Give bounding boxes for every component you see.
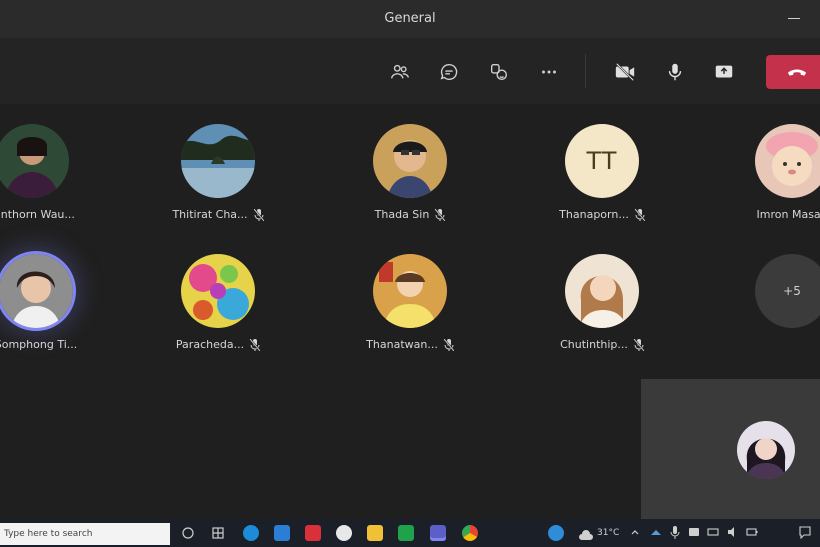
people-button[interactable] xyxy=(386,58,414,86)
weather-app-icon[interactable] xyxy=(548,525,564,541)
meeting-toolbar xyxy=(0,38,820,104)
chevron-up-icon[interactable] xyxy=(630,527,640,537)
participant-name: Thada Sin xyxy=(374,208,430,221)
participant-tile[interactable]: Thitirat Cha... xyxy=(138,104,298,224)
participant-tile[interactable]: Thada Sin xyxy=(330,104,490,224)
task-view-icon[interactable] xyxy=(180,525,196,541)
avatar xyxy=(181,254,255,328)
participant-name: Thanaporn... xyxy=(559,208,629,221)
notification-icon[interactable] xyxy=(798,525,812,539)
teams-tray-icon[interactable] xyxy=(650,527,662,539)
overflow-count[interactable]: +5 xyxy=(755,254,820,328)
edge-icon[interactable] xyxy=(243,525,259,541)
participant-name: Paracheda... xyxy=(175,338,245,351)
participant-tile[interactable]: Imron Masae xyxy=(712,104,820,224)
reactions-button[interactable] xyxy=(485,58,513,86)
avatar-speaking xyxy=(0,254,73,328)
camera-off-icon xyxy=(615,62,635,82)
leave-call-button[interactable] xyxy=(766,55,820,89)
window-title: General xyxy=(384,11,436,26)
participant-name: Thanatwan... xyxy=(366,338,438,351)
cloud-icon xyxy=(579,530,593,540)
participant-tile[interactable]: Paracheda... xyxy=(138,234,298,354)
mic-off-icon xyxy=(435,208,446,221)
mic-off-icon xyxy=(250,338,261,351)
tray-microphone-icon[interactable] xyxy=(670,526,680,539)
windows-taskbar: Type here to search 31°C xyxy=(0,519,820,547)
file-explorer-icon[interactable] xyxy=(367,525,383,541)
tray-app-icon[interactable] xyxy=(688,526,700,538)
widgets-icon[interactable] xyxy=(210,525,226,541)
teams-meeting-window: General nthorn Wau... Thitirat Cha... Th… xyxy=(0,0,820,519)
reactions-icon xyxy=(490,63,508,81)
more-icon xyxy=(542,70,556,74)
avatar xyxy=(373,124,447,198)
chrome-icon[interactable] xyxy=(462,525,478,541)
taskbar-search-input[interactable]: Type here to search xyxy=(0,523,170,545)
participant-name: Imron Masae xyxy=(756,208,820,221)
participant-name: Chutinthip... xyxy=(560,338,628,351)
avatar-initials: TT xyxy=(565,124,639,198)
camera-toggle-button[interactable] xyxy=(611,58,639,86)
avatar xyxy=(181,124,255,198)
share-screen-button[interactable] xyxy=(710,58,738,86)
title-bar: General xyxy=(0,0,820,38)
microphone-icon xyxy=(668,63,682,81)
minimize-button[interactable] xyxy=(788,8,802,22)
mic-off-icon xyxy=(633,338,644,351)
phone-hangup-icon xyxy=(787,69,807,76)
store-icon[interactable] xyxy=(274,525,290,541)
volume-icon[interactable] xyxy=(727,526,739,538)
avatar xyxy=(565,254,639,328)
chat-button[interactable] xyxy=(435,58,463,86)
participant-name: Tanthorn Wau... xyxy=(0,208,75,221)
toolbar-divider xyxy=(585,54,586,88)
participant-tile[interactable]: Thanatwan... xyxy=(330,234,490,354)
mic-off-icon xyxy=(443,338,454,351)
participant-tile[interactable]: Chutinthip... xyxy=(522,234,682,354)
battery-icon[interactable] xyxy=(746,526,758,538)
teams-icon[interactable] xyxy=(430,525,446,541)
participant-tile[interactable]: TT Thanaporn... xyxy=(522,104,682,224)
weather-temperature: 31°C xyxy=(597,528,620,538)
participant-name: Thitirat Cha... xyxy=(172,208,248,221)
share-screen-icon xyxy=(715,65,733,78)
self-view xyxy=(641,379,820,519)
avatar xyxy=(755,124,820,198)
network-icon[interactable] xyxy=(707,526,719,538)
avatar xyxy=(373,254,447,328)
participant-name: Somphong Ti... xyxy=(0,338,78,351)
participant-tile[interactable]: Somphong Ti... xyxy=(0,234,116,354)
app-green-icon[interactable] xyxy=(398,525,414,541)
participant-tile[interactable]: Tanthorn Wau... xyxy=(0,104,112,224)
mic-off-icon xyxy=(634,208,645,221)
overflow-participants-tile[interactable]: +5 xyxy=(712,234,820,354)
app-circle-icon[interactable] xyxy=(336,525,352,541)
chat-icon xyxy=(440,63,458,80)
mic-off-icon xyxy=(253,208,264,221)
avatar xyxy=(0,124,69,198)
microphone-button[interactable] xyxy=(661,58,689,86)
app-red-icon[interactable] xyxy=(305,525,321,541)
people-icon xyxy=(391,64,409,79)
self-avatar xyxy=(737,421,795,479)
more-actions-button[interactable] xyxy=(535,58,563,86)
